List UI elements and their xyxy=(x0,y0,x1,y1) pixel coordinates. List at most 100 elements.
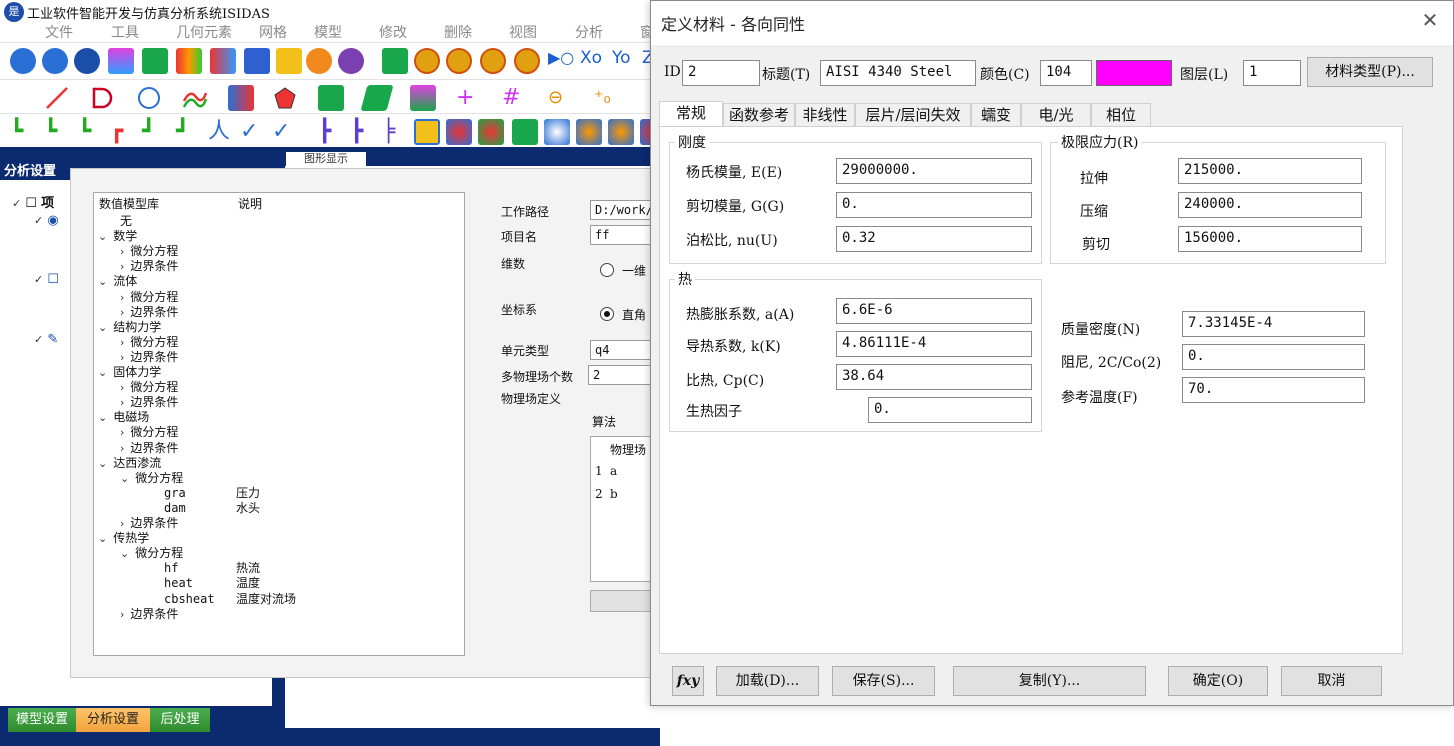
element-icon-2[interactable]: ┗ xyxy=(44,119,70,145)
lib-tree-item[interactable]: › 边界条件 xyxy=(120,607,178,622)
menu-delete[interactable]: 删除 xyxy=(444,22,472,42)
tension-field[interactable]: 215000. xyxy=(1178,158,1362,184)
layer-field[interactable]: 1 xyxy=(1243,60,1301,86)
tab-function-reference[interactable]: 函数参考 xyxy=(723,103,795,127)
beam-icon-1[interactable]: ┣ xyxy=(318,119,344,145)
gradient-cube-icon[interactable] xyxy=(108,48,134,74)
tab-electro-optical[interactable]: 电/光 xyxy=(1021,103,1091,127)
chevron-right-icon[interactable]: › xyxy=(120,608,124,621)
copy-button[interactable]: 复制(Y)... xyxy=(953,666,1146,696)
element-icon-9[interactable]: ✓ xyxy=(272,119,298,145)
lib-tree-item[interactable]: cbsheat xyxy=(164,592,215,606)
lib-tree-item[interactable]: ⌄ 达西渗流 xyxy=(98,456,161,471)
chevron-right-icon[interactable]: › xyxy=(120,396,124,409)
color-swatch[interactable] xyxy=(1096,60,1172,86)
contour-icon-6[interactable] xyxy=(608,119,634,145)
chevron-right-icon[interactable]: › xyxy=(120,336,124,349)
tab-general[interactable]: 常规 xyxy=(659,101,723,128)
cancel-button[interactable]: 取消 xyxy=(1281,666,1382,696)
chevron-down-icon[interactable]: ⌄ xyxy=(98,366,107,379)
cylinder-icon[interactable] xyxy=(142,48,168,74)
menu-analysis[interactable]: 分析 xyxy=(575,22,603,42)
mass-density-field[interactable]: 7.33145E-4 xyxy=(1182,311,1365,337)
node-grid-icon[interactable]: # xyxy=(502,85,528,111)
chevron-right-icon[interactable]: › xyxy=(120,351,124,364)
chevron-down-icon[interactable]: ⌄ xyxy=(98,230,107,243)
color-cube-icon[interactable] xyxy=(210,48,236,74)
open-icon[interactable] xyxy=(42,48,68,74)
material-type-button[interactable]: 材料类型(P)... xyxy=(1307,57,1433,87)
node-icon[interactable]: + xyxy=(456,85,482,111)
chevron-down-icon[interactable]: ⌄ xyxy=(98,411,107,424)
lib-tree-item[interactable]: 无 xyxy=(120,214,132,228)
contour-icon-4[interactable] xyxy=(544,119,570,145)
lib-tree-item[interactable]: ⌄ 微分方程 xyxy=(120,471,183,486)
lib-tree-item[interactable]: › 边界条件 xyxy=(120,516,178,531)
tree-row-project[interactable]: ✓ ☐ 项 xyxy=(12,192,54,211)
rotate-x-icon[interactable]: ▶○ xyxy=(548,48,574,74)
tab-model-settings[interactable]: 模型设置 xyxy=(8,708,76,732)
circle-icon[interactable] xyxy=(136,85,162,111)
lib-tree-item[interactable]: › 微分方程 xyxy=(120,335,178,350)
chevron-down-icon[interactable]: ⌄ xyxy=(98,457,107,470)
menu-mesh[interactable]: 网格 xyxy=(259,22,287,42)
menu-file[interactable]: 文件 xyxy=(45,22,73,42)
function-fxy-button[interactable]: fxy xyxy=(672,666,704,696)
menu-view[interactable]: 视图 xyxy=(509,22,537,42)
thermal-expansion-field[interactable]: 6.6E-6 xyxy=(836,298,1032,324)
polygon-icon[interactable] xyxy=(272,85,298,111)
contour-icon-1[interactable] xyxy=(446,119,472,145)
physics-row-value[interactable]: b xyxy=(610,487,618,501)
node-offset-icon[interactable]: ⁺₀ xyxy=(594,85,620,111)
cube-green-icon[interactable] xyxy=(382,48,408,74)
spline-icon[interactable] xyxy=(182,85,208,111)
arrow-left-icon[interactable] xyxy=(414,48,440,74)
load-button[interactable]: 加载(D)... xyxy=(716,666,819,696)
id-field[interactable]: 2 xyxy=(682,60,760,86)
lib-tree-item[interactable]: › 微分方程 xyxy=(120,290,178,305)
lib-tree-item[interactable]: hf xyxy=(164,561,178,575)
chevron-down-icon[interactable]: ✓ xyxy=(12,197,21,210)
damping-field[interactable]: 0. xyxy=(1182,344,1365,370)
ok-button[interactable]: 确定(O) xyxy=(1168,666,1268,696)
element-icon-6[interactable]: ┛ xyxy=(176,119,202,145)
pie-icon[interactable] xyxy=(306,48,332,74)
volume-icon[interactable] xyxy=(410,85,436,111)
chevron-down-icon[interactable]: ⌄ xyxy=(98,532,107,545)
lib-tree-item[interactable]: ⌄ 电磁场 xyxy=(98,410,149,425)
lib-tree-item[interactable]: ⌄ 结构力学 xyxy=(98,320,161,335)
menu-tools[interactable]: 工具 xyxy=(111,22,139,42)
rotate-yo-icon[interactable]: Yo xyxy=(612,48,638,74)
contour-icon-3[interactable] xyxy=(512,119,538,145)
coord-radio[interactable] xyxy=(600,307,614,321)
specific-heat-field[interactable]: 38.64 xyxy=(836,364,1032,390)
contour-icon-5[interactable] xyxy=(576,119,602,145)
new-model-icon[interactable] xyxy=(10,48,36,74)
chevron-right-icon[interactable]: › xyxy=(120,245,124,258)
chevron-down-icon[interactable]: ⌄ xyxy=(120,472,129,485)
tree-row-window[interactable]: ✓ ☐ xyxy=(34,272,59,287)
chevron-down-icon[interactable]: ✓ xyxy=(34,273,43,286)
lib-tree-item[interactable]: › 边界条件 xyxy=(120,259,178,274)
dimension-radio[interactable] xyxy=(600,263,614,277)
chevron-down-icon[interactable]: ✓ xyxy=(34,214,43,227)
shear-field[interactable]: 156000. xyxy=(1178,226,1362,252)
element-icon-5[interactable]: ┛ xyxy=(142,119,168,145)
chevron-down-icon[interactable]: ✓ xyxy=(34,333,43,346)
graphics-tab[interactable]: 图形显示 xyxy=(286,152,366,166)
beam-icon-2[interactable]: ┣ xyxy=(350,119,376,145)
heat-generation-field[interactable]: 0. xyxy=(868,397,1032,423)
lib-tree-item[interactable]: › 边界条件 xyxy=(120,350,178,365)
title-field[interactable]: AISI 4340 Steel xyxy=(820,60,976,86)
youngs-modulus-field[interactable]: 29000000. xyxy=(836,158,1032,184)
checkbox-icon[interactable]: ☐ xyxy=(25,196,37,211)
chevron-right-icon[interactable]: › xyxy=(120,306,124,319)
contour-icon-2[interactable] xyxy=(478,119,504,145)
lib-tree-item[interactable]: ⌄ 固体力学 xyxy=(98,365,161,380)
menu-modify[interactable]: 修改 xyxy=(379,22,407,42)
color-field[interactable]: 104 xyxy=(1040,60,1092,86)
mirror-icon[interactable] xyxy=(228,85,254,111)
element-icon-3[interactable]: ┗ xyxy=(78,119,104,145)
arrow-up-icon[interactable] xyxy=(480,48,506,74)
lib-tree-item[interactable]: dam xyxy=(164,501,186,515)
